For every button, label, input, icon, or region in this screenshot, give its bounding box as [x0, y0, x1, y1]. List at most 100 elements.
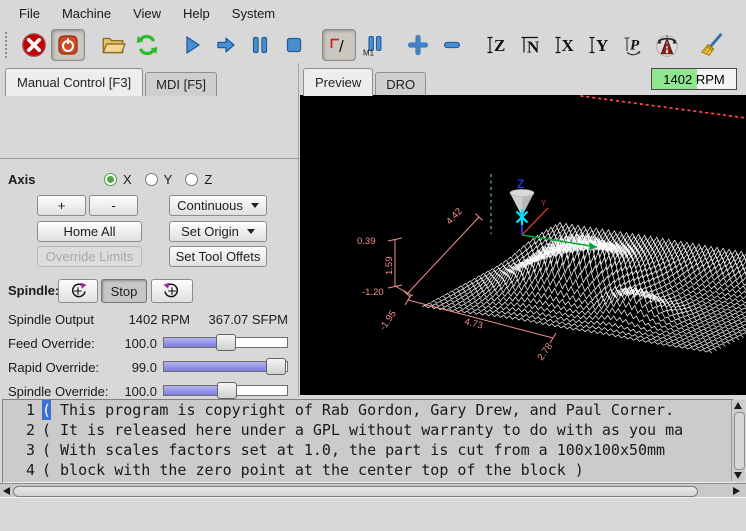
gcode-horizontal-scrollbar[interactable]	[0, 483, 746, 498]
axis-option-x[interactable]: X	[104, 172, 132, 187]
machine-power-button[interactable]	[51, 29, 85, 61]
gcode-line-number: 3	[3, 440, 35, 460]
gcode-active-marker: (	[42, 440, 51, 460]
gcode-text-area[interactable]: 1(This program is copyright of Rab Gordo…	[2, 399, 734, 483]
backplot-preview[interactable]: 0.39 1.59 -1.20 4.73 -1.95 2.78 4.42 Y	[300, 95, 746, 395]
axis-options: XYZ	[104, 172, 218, 187]
toolbar-drag-handle[interactable]	[5, 32, 13, 58]
axis-radio-z[interactable]	[185, 173, 198, 186]
slider-row: Rapid Override:99.0	[0, 358, 299, 382]
tab-dro[interactable]: DRO	[375, 72, 426, 96]
axis-option-y[interactable]: Y	[145, 172, 173, 187]
spindle-ccw-button[interactable]	[58, 279, 98, 303]
slider-track[interactable]	[163, 361, 288, 372]
backplot-canvas: 0.39 1.59 -1.20 4.73 -1.95 2.78 4.42 Y	[300, 95, 746, 395]
set-origin-dropdown[interactable]: Set Origin	[169, 221, 267, 242]
horizontal-scroll-thumb[interactable]	[13, 486, 698, 497]
spindle-label: Spindle:	[8, 283, 59, 298]
spindle-sfpm-value: 367.07 SFPM	[196, 312, 288, 327]
skip-lines-button[interactable]: /	[322, 29, 356, 61]
axis-window: FileMachineViewHelpSystem	[0, 0, 746, 531]
slider-track[interactable]	[163, 385, 288, 396]
gcode-line-number: 4	[3, 460, 35, 480]
slider-track[interactable]	[163, 337, 288, 348]
override-limits-button[interactable]: Override Limits	[37, 246, 142, 267]
gcode-active-marker: (	[42, 420, 51, 440]
menu-view[interactable]: View	[122, 2, 172, 25]
view-side-button[interactable]: X	[548, 29, 582, 61]
folder-icon	[100, 32, 126, 58]
dim-x-max: 2.78	[535, 341, 555, 362]
menu-machine[interactable]: Machine	[51, 2, 122, 25]
slider-row: Feed Override:100.0	[0, 334, 299, 358]
jog-minus-button[interactable]: -	[89, 195, 138, 216]
view-perspective-button[interactable]: P	[616, 29, 650, 61]
reload-file-button[interactable]	[130, 29, 164, 61]
axis-label: Axis	[8, 172, 35, 187]
tab-manual-control[interactable]: Manual Control [F3]	[5, 68, 143, 96]
vertical-scroll-thumb[interactable]	[734, 412, 745, 470]
slider-label: Rapid Override:	[8, 360, 99, 375]
slider-thumb[interactable]	[266, 358, 286, 375]
jog-plus-button[interactable]: +	[37, 195, 86, 216]
axis-row: Axis XYZ	[0, 171, 299, 189]
optional-stop-button[interactable]: M1	[356, 29, 390, 61]
run-button[interactable]	[175, 29, 209, 61]
gcode-line: 1(This program is copyright of Rab Gordo…	[3, 400, 733, 420]
open-file-button[interactable]	[96, 29, 130, 61]
view-top-button[interactable]: Z	[480, 29, 514, 61]
axis-radio-x[interactable]	[104, 173, 117, 186]
set-origin-value: Set Origin	[181, 224, 239, 239]
gcode-line: 4(block with the zero point at the cente…	[3, 460, 733, 480]
rotate-view-button[interactable]	[650, 29, 684, 61]
spindle-cw-icon	[162, 281, 182, 301]
dim-x-min: -1.95	[377, 309, 398, 333]
manual-control-panel: Axis XYZ + - Continuous Home All Set Ori…	[0, 63, 299, 397]
gcode-line: 3(With scales factors set at 1.0, the pa…	[3, 440, 733, 460]
clear-plot-button[interactable]	[695, 29, 729, 61]
stop-icon	[282, 33, 306, 57]
jog-mode-dropdown[interactable]: Continuous	[169, 195, 267, 216]
dim-z-length: 1.59	[384, 257, 395, 276]
menu-file[interactable]: File	[8, 2, 51, 25]
stop-button[interactable]	[277, 29, 311, 61]
dim-y-length: 4.42	[444, 206, 465, 227]
menu-system[interactable]: System	[221, 2, 286, 25]
spindle-cw-button[interactable]	[151, 279, 193, 303]
gcode-line-number: 2	[3, 420, 35, 440]
svg-text:N: N	[527, 38, 540, 57]
view-x-icon: X	[553, 33, 577, 57]
toolpath-wireframe	[422, 222, 746, 353]
gcode-listing: 1(This program is copyright of Rab Gordo…	[0, 397, 746, 498]
spindle-ccw-icon	[68, 281, 88, 301]
scroll-up-arrow[interactable]	[734, 402, 742, 409]
scroll-left-arrow[interactable]	[3, 487, 10, 495]
svg-text:Z: Z	[494, 36, 505, 55]
spindle-stop-button[interactable]: Stop	[101, 279, 147, 303]
scroll-down-arrow[interactable]	[734, 472, 742, 479]
svg-text:M1: M1	[363, 49, 375, 58]
scroll-right-arrow[interactable]	[733, 487, 740, 495]
spindle-output-label: Spindle Output	[8, 312, 94, 327]
set-tool-offsets-button[interactable]: Set Tool Offets	[169, 246, 267, 267]
pause-button[interactable]	[243, 29, 277, 61]
gcode-vertical-scrollbar[interactable]	[731, 400, 745, 481]
step-button[interactable]	[209, 29, 243, 61]
view-front-button[interactable]: Y	[582, 29, 616, 61]
view-p-icon: P	[621, 33, 645, 57]
axis-radio-y[interactable]	[145, 173, 158, 186]
chevron-down-icon	[251, 203, 259, 208]
axis-option-z[interactable]: Z	[185, 172, 212, 187]
rpm-meter-text: 1402 RPM	[652, 69, 736, 89]
estop-icon	[21, 32, 47, 58]
estop-button[interactable]	[17, 29, 51, 61]
tab-preview[interactable]: Preview	[303, 68, 373, 96]
menu-help[interactable]: Help	[172, 2, 221, 25]
gcode-line-text: block with the zero point at the center …	[60, 461, 584, 479]
slider-thumb[interactable]	[216, 334, 236, 351]
toolbar: / M1 Z	[0, 27, 746, 63]
view-rotated-top-button[interactable]: N	[514, 29, 548, 61]
zoom-in-button[interactable]	[401, 29, 435, 61]
zoom-out-button[interactable]	[435, 29, 469, 61]
home-all-button[interactable]: Home All	[37, 221, 142, 242]
